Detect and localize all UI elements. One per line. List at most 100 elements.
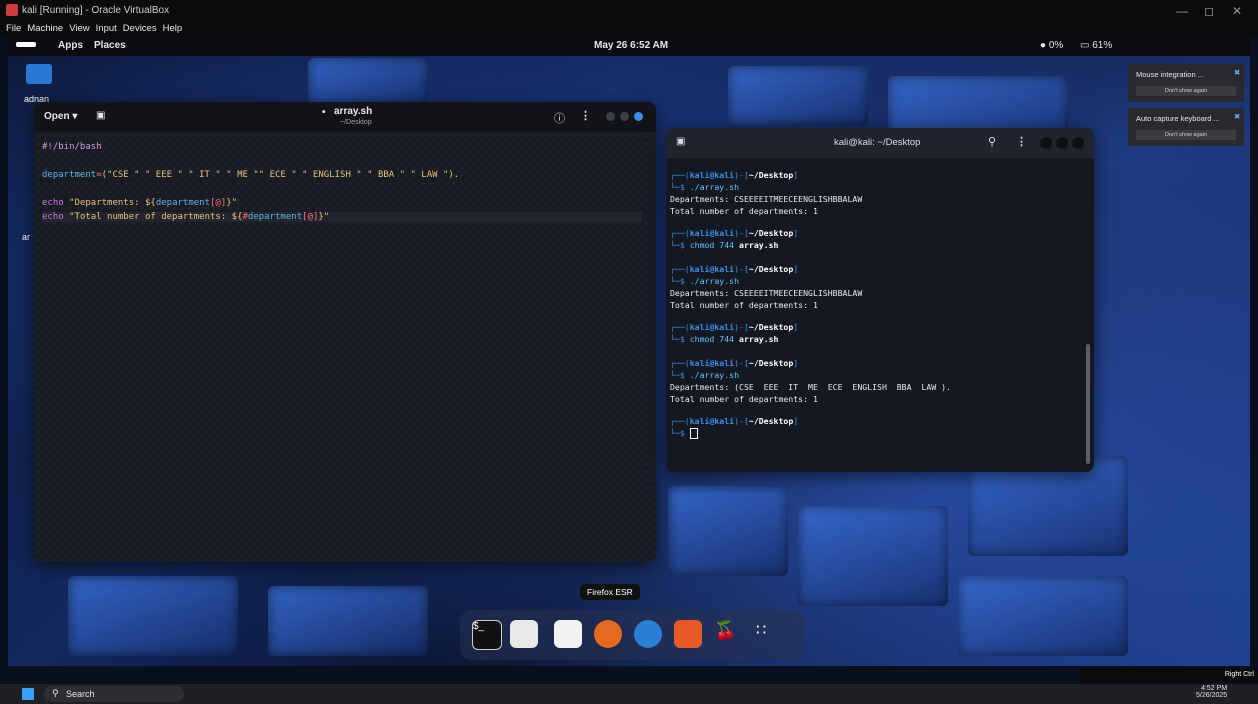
maximize-icon[interactable]: ◻	[1204, 4, 1214, 18]
prompt-token: ]	[793, 416, 799, 426]
vbox-menubar: File Machine View Input Devices Help	[0, 22, 1258, 36]
windows-start-icon[interactable]	[22, 688, 34, 700]
dont-show-again-button[interactable]: Don't show again	[1136, 130, 1236, 140]
text-editor-window[interactable]: Open ▾ ▣ • array.sh ~/Desktop ⓘ ⋮ #!/bin…	[34, 102, 656, 562]
terminal-scrollbar[interactable]	[1086, 344, 1090, 464]
menu-devices[interactable]: Devices	[123, 23, 157, 34]
clock-time: 4:52 PM	[1201, 685, 1228, 692]
prompt-token: ~/Desktop	[748, 170, 794, 180]
close-icon[interactable]	[634, 112, 643, 121]
editor-filepath: ~/Desktop	[340, 119, 372, 126]
prompt-token: kali	[689, 358, 710, 368]
command-line: └─$ chmod 744 array.sh	[670, 240, 778, 250]
minimize-icon[interactable]: —	[1176, 4, 1188, 18]
array-file-label: ar	[22, 232, 31, 242]
prompt-token: ]	[793, 358, 799, 368]
menu-view[interactable]: View	[69, 23, 89, 34]
text-editor-app-icon[interactable]	[554, 620, 582, 648]
minimize-icon[interactable]	[606, 112, 615, 121]
close-icon[interactable]: ✕	[1232, 4, 1242, 18]
wallpaper-cube	[308, 58, 428, 108]
command-arg: array.sh	[739, 240, 779, 250]
prompt-token: )-[	[734, 170, 749, 180]
prompt-token: )-[	[734, 264, 749, 274]
prompt-token: ┌──(	[670, 170, 690, 180]
prompt-line: ┌──(kali@kali)-[~/Desktop]	[670, 322, 798, 332]
prompt-token: kali	[689, 170, 710, 180]
new-tab-icon[interactable]: ▣	[96, 110, 105, 121]
prompt-token: ┌──(	[670, 416, 690, 426]
minimize-icon[interactable]	[1040, 137, 1052, 149]
prompt-line: ┌──(kali@kali)-[~/Desktop]	[670, 358, 798, 368]
menu-input[interactable]: Input	[96, 23, 117, 34]
prompt-token: )-[	[734, 228, 749, 238]
prompt-token: ~/Desktop	[748, 322, 794, 332]
close-icon[interactable]: ✖	[1234, 112, 1240, 121]
code-line-3: department=("CSE " " EEE " " IT " " ME "…	[42, 170, 459, 180]
kali-menu-icon[interactable]	[16, 42, 36, 47]
prompt-token: ~/Desktop	[748, 228, 794, 238]
firefox-icon[interactable]	[594, 620, 622, 648]
terminal-output[interactable]: ┌──(kali@kali)-[~/Desktop] └─$ ./array.s…	[666, 158, 1094, 472]
menu-machine[interactable]: Machine	[27, 23, 63, 34]
code-token: department	[247, 212, 303, 222]
search-placeholder: Search	[66, 689, 95, 699]
terminal-app-icon[interactable]: $_	[472, 620, 502, 650]
system-clock[interactable]: 4:52 PM 5/26/2025	[1196, 685, 1227, 699]
places-menu[interactable]: Places	[94, 40, 126, 51]
command-line: └─$ chmod 744 array.sh	[670, 334, 778, 344]
home-folder-icon[interactable]	[26, 64, 52, 84]
wallpaper-cube	[668, 486, 788, 576]
prompt-line: ┌──(kali@kali)-[~/Desktop]	[670, 416, 798, 426]
editor-headerbar: Open ▾ ▣ • array.sh ~/Desktop ⓘ ⋮	[34, 102, 656, 132]
info-icon[interactable]: ⓘ	[554, 110, 565, 126]
files-app-icon[interactable]	[510, 620, 538, 648]
menu-file[interactable]: File	[6, 23, 21, 34]
kebab-menu-icon[interactable]: ⋮	[580, 109, 591, 122]
prompt-token: ┌──(	[670, 228, 690, 238]
wireshark-icon[interactable]	[634, 620, 662, 648]
burp-suite-icon[interactable]	[674, 620, 702, 648]
windows-taskbar: ⚲ Search 4:52 PM 5/26/2025	[0, 684, 1258, 704]
code-token: }"	[226, 198, 238, 208]
close-icon[interactable]: ✖	[1234, 68, 1240, 77]
open-button[interactable]: Open ▾	[44, 111, 77, 122]
terminal-window[interactable]: ▣ kali@kali: ~/Desktop ⚲ ⋮ ┌──(kali@kali…	[666, 128, 1094, 472]
app-grid-icon[interactable]: ∷	[756, 620, 784, 648]
prompt-token: ]	[793, 170, 799, 180]
maximize-icon[interactable]	[620, 112, 629, 121]
prompt-token: ~/Desktop	[748, 358, 794, 368]
cherrytree-icon[interactable]: 🍒	[714, 620, 742, 648]
prompt-token: └─$	[670, 370, 690, 380]
notification-mouse-integration[interactable]: Mouse integration ... ✖ Don't show again	[1128, 64, 1244, 102]
clock[interactable]: May 26 6:52 AM	[594, 40, 668, 51]
new-tab-icon[interactable]: ▣	[676, 136, 685, 147]
prompt-token: )-[	[734, 358, 749, 368]
code-line-1: #!/bin/bash	[42, 142, 102, 152]
command-text: chmod 744	[689, 334, 735, 344]
dont-show-again-button[interactable]: Don't show again	[1136, 86, 1236, 96]
menu-help[interactable]: Help	[163, 23, 183, 34]
battery-icon: ▭	[1080, 40, 1090, 51]
prompt-token: ]	[793, 322, 799, 332]
search-icon[interactable]: ⚲	[988, 135, 996, 148]
kebab-menu-icon[interactable]: ⋮	[1016, 135, 1027, 148]
editor-text-area[interactable]: #!/bin/bash department=("CSE " " EEE " "…	[34, 132, 656, 562]
command-text: ./array.sh	[689, 182, 740, 192]
code-line-6: echo "Total number of departments: ${#de…	[42, 212, 642, 222]
command-text: ./array.sh	[689, 370, 740, 380]
apps-menu[interactable]: Apps	[58, 40, 83, 51]
clock-date: 5/26/2025	[1196, 692, 1228, 699]
prompt-token: ┌──(	[670, 322, 690, 332]
wallpaper-cube	[728, 66, 868, 126]
maximize-icon[interactable]	[1056, 137, 1068, 149]
close-icon[interactable]	[1072, 137, 1084, 149]
prompt-token: ~/Desktop	[748, 416, 794, 426]
notification-auto-capture[interactable]: Auto capture keyboard ... ✖ Don't show a…	[1128, 108, 1244, 146]
command-arg: array.sh	[739, 334, 779, 344]
prompt-token: )-[	[734, 322, 749, 332]
chevron-down-icon: ▾	[72, 111, 78, 122]
wallpaper-cube	[798, 506, 948, 606]
prompt-token: ~/Desktop	[748, 264, 794, 274]
search-box[interactable]: ⚲ Search	[44, 686, 184, 702]
